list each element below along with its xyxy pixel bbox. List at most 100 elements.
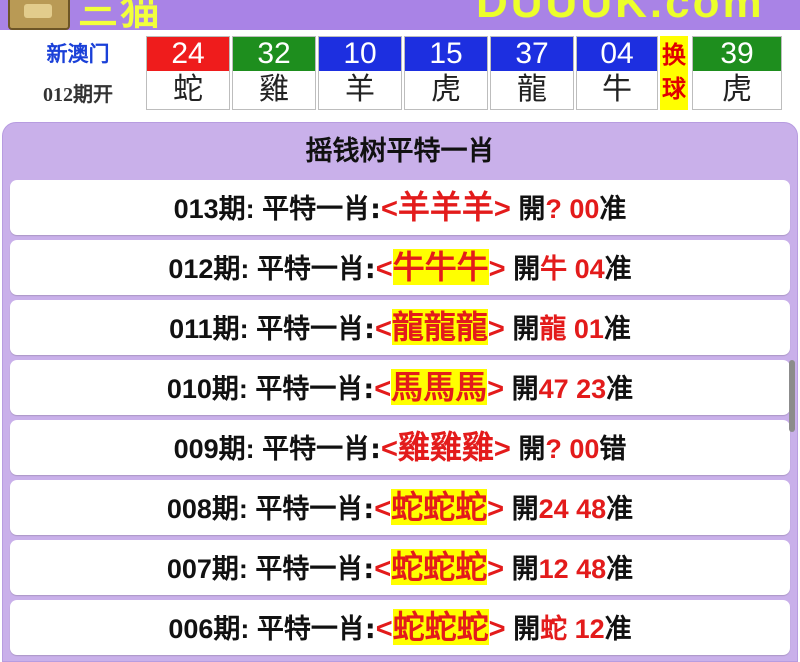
row-open-label: 開	[513, 254, 541, 284]
row-pick: 馬馬馬	[391, 369, 488, 405]
ball-number: 04	[577, 37, 657, 71]
pick-open-bracket: <	[374, 553, 392, 585]
row-result: 龍 01	[539, 314, 604, 344]
pick-close-bracket: >	[487, 553, 505, 585]
swap-ball-label: 换球	[660, 36, 688, 110]
row-label: 平特一肖:	[256, 254, 376, 285]
ball-number: 24	[147, 37, 229, 71]
pick-open-bracket: <	[374, 373, 392, 405]
row-verdict: 准	[606, 494, 634, 524]
ball-zodiac: 蛇	[173, 72, 203, 107]
row-pick: 蛇蛇蛇	[392, 609, 489, 645]
ball-number: 15	[405, 37, 487, 71]
pick-close-bracket: >	[487, 373, 505, 405]
pick-close-bracket: >	[487, 313, 505, 345]
banner-left-text: 三猫	[78, 0, 162, 30]
row-result: 24 48	[538, 494, 607, 524]
prediction-row: 007期: 平特一肖:<蛇蛇蛇> 開12 48准	[10, 540, 790, 595]
pick-close-bracket: >	[488, 613, 506, 645]
banner-site-domain: DUUUK.com	[476, 0, 765, 27]
row-pick: 龍龍龍	[391, 309, 488, 345]
ball-zodiac: 虎	[722, 72, 752, 107]
row-pick: 蛇蛇蛇	[391, 489, 488, 525]
draw-ball-2: 32 雞	[232, 36, 316, 110]
row-period: 006期:	[168, 614, 250, 644]
prediction-row: 006期: 平特一肖:<蛇蛇蛇> 開蛇 12准	[10, 600, 790, 655]
prediction-panel: 摇钱树平特一肖 013期: 平特一肖:<羊羊羊> 開? 00准 012期: 平特一…	[2, 122, 798, 662]
row-pick: 牛牛牛	[392, 249, 489, 285]
draw-ball-6: 04 牛	[576, 36, 658, 110]
pick-close-bracket: >	[493, 193, 511, 225]
prediction-row: 010期: 平特一肖:<馬馬馬> 開47 23准	[10, 360, 790, 415]
row-label: 平特一肖:	[262, 434, 381, 465]
draw-ball-1: 24 蛇	[146, 36, 230, 110]
page-scrollbar[interactable]	[789, 360, 795, 432]
row-label: 平特一肖:	[255, 494, 375, 525]
row-pick: 雞雞雞	[397, 429, 494, 465]
ball-number: 39	[693, 37, 781, 71]
row-open-label: 開	[512, 314, 540, 344]
row-open-label: 開	[513, 614, 541, 644]
row-result: ? 00	[545, 434, 600, 464]
row-pick: 羊羊羊	[397, 189, 494, 225]
pick-open-bracket: <	[380, 433, 398, 465]
draw-ball-4: 15 虎	[404, 36, 488, 110]
pick-open-bracket: <	[374, 493, 392, 525]
ball-number: 32	[233, 37, 315, 71]
row-result: 47 23	[538, 374, 607, 404]
prediction-row: 009期: 平特一肖:<雞雞雞> 開? 00错	[10, 420, 790, 475]
row-result: 12 48	[538, 554, 607, 584]
ball-zodiac: 羊	[345, 72, 375, 107]
prediction-row: 008期: 平特一肖:<蛇蛇蛇> 開24 48准	[10, 480, 790, 535]
pick-open-bracket: <	[375, 253, 393, 285]
special-ball: 39 虎	[692, 36, 782, 110]
row-result: 蛇 12	[540, 614, 605, 644]
pick-open-bracket: <	[380, 193, 398, 225]
row-verdict: 准	[604, 254, 632, 284]
ball-zodiac: 雞	[259, 72, 289, 107]
ball-zodiac: 虎	[431, 72, 461, 107]
row-period: 010期:	[166, 374, 248, 404]
prediction-row: 013期: 平特一肖:<羊羊羊> 開? 00准	[10, 180, 790, 235]
row-open-label: 開	[511, 374, 539, 404]
row-label: 平特一肖:	[262, 194, 381, 225]
row-result: 牛 04	[540, 254, 605, 284]
row-verdict: 准	[606, 554, 634, 584]
row-open-label: 開	[511, 554, 539, 584]
row-result: ? 00	[545, 194, 600, 224]
row-period: 008期:	[166, 494, 248, 524]
row-open-label: 開	[518, 194, 546, 224]
pick-close-bracket: >	[488, 253, 506, 285]
site-logo-icon[interactable]	[8, 0, 70, 30]
draw-ball-5: 37 龍	[490, 36, 574, 110]
row-period: 007期:	[166, 554, 248, 584]
row-verdict: 准	[604, 614, 632, 644]
row-period: 013期:	[173, 194, 255, 224]
draw-ball-3: 10 羊	[318, 36, 402, 110]
row-verdict: 准	[606, 374, 634, 404]
draw-results: 新澳门 012期开 24 蛇 32 雞 10 羊 15 虎 37 龍 04 牛 …	[0, 30, 800, 116]
row-verdict: 准	[599, 194, 627, 224]
pick-open-bracket: <	[374, 313, 392, 345]
prediction-row: 012期: 平特一肖:<牛牛牛> 開牛 04准	[10, 240, 790, 295]
ball-zodiac: 牛	[602, 72, 632, 107]
row-period: 012期:	[168, 254, 250, 284]
row-label: 平特一肖:	[256, 314, 375, 345]
row-verdict: 错	[599, 434, 627, 464]
pick-close-bracket: >	[487, 493, 505, 525]
row-pick: 蛇蛇蛇	[391, 549, 488, 585]
row-label: 平特一肖:	[256, 614, 376, 645]
pick-close-bracket: >	[493, 433, 511, 465]
row-open-label: 開	[518, 434, 546, 464]
row-label: 平特一肖:	[255, 374, 375, 405]
ball-zodiac: 龍	[517, 72, 547, 107]
top-banner: 三猫 DUUUK.com	[0, 0, 800, 30]
row-verdict: 准	[603, 314, 631, 344]
draw-period-label: 012期开	[43, 84, 113, 106]
pick-open-bracket: <	[375, 613, 393, 645]
row-period: 011期:	[169, 314, 249, 344]
draw-region-label[interactable]: 新澳门	[18, 38, 138, 68]
row-open-label: 開	[511, 494, 539, 524]
ball-number: 37	[491, 37, 573, 71]
ball-number: 10	[319, 37, 401, 71]
